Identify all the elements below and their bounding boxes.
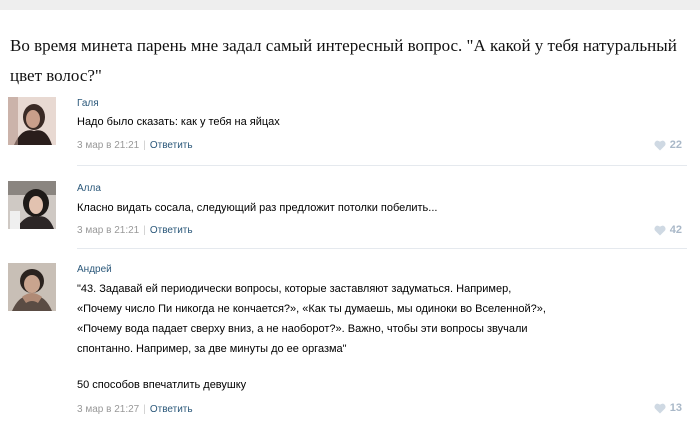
top-strip [0,0,700,10]
like-count: 22 [669,139,682,151]
comment-text-line: "43. Задавай ей периодически вопросы, ко… [77,283,512,295]
heart-icon [654,403,666,414]
comment-divider [77,165,687,166]
comment-text-line: «Почему число Пи никогда не кончается?»,… [77,303,546,315]
meta-separator: | [143,140,146,151]
heart-icon [654,225,666,236]
like-button[interactable]: 13 [654,402,682,414]
comment-author[interactable]: Андрей [77,264,112,275]
reply-button[interactable]: Ответить [150,140,193,151]
comment-date[interactable]: 3 мар в 21:21 [77,225,139,236]
like-count: 42 [669,224,682,236]
comment-author[interactable]: Алла [77,183,101,194]
comment-meta: 3 мар в 21:21 | Ответить [77,140,193,151]
avatar[interactable] [8,263,56,311]
like-button[interactable]: 22 [654,139,682,151]
comment-author[interactable]: Галя [77,98,99,109]
avatar-photo-icon [8,181,56,229]
comment-meta: 3 мар в 21:21 | Ответить [77,225,193,236]
comment-date[interactable]: 3 мар в 21:27 [77,404,139,415]
comment-divider [77,248,687,249]
post-text: Во время минета парень мне задал самый и… [10,36,677,85]
meta-separator: | [143,225,146,236]
reply-button[interactable]: Ответить [150,225,193,236]
comment-text-line: «Почему вода падает сверху вниз, а не на… [77,323,528,335]
meta-separator: | [143,404,146,415]
like-count: 13 [669,402,682,414]
like-button[interactable]: 42 [654,224,682,236]
comment-text: Надо было сказать: как у тебя на яйцах [77,116,280,128]
heart-icon [654,140,666,151]
avatar[interactable] [8,181,56,229]
comment-meta: 3 мар в 21:27 | Ответить [77,404,193,415]
comment-date[interactable]: 3 мар в 21:21 [77,140,139,151]
comment-text: Класно видать сосала, следующий раз пред… [77,202,438,214]
avatar-photo-icon [8,97,56,145]
comment-text-line: спонтанно. Например, за две минуты до ее… [77,343,347,355]
avatar-photo-icon [8,263,56,311]
avatar[interactable] [8,97,56,145]
reply-button[interactable]: Ответить [150,404,193,415]
comment-extra-text: 50 способов впечатлить девушку [77,379,247,391]
